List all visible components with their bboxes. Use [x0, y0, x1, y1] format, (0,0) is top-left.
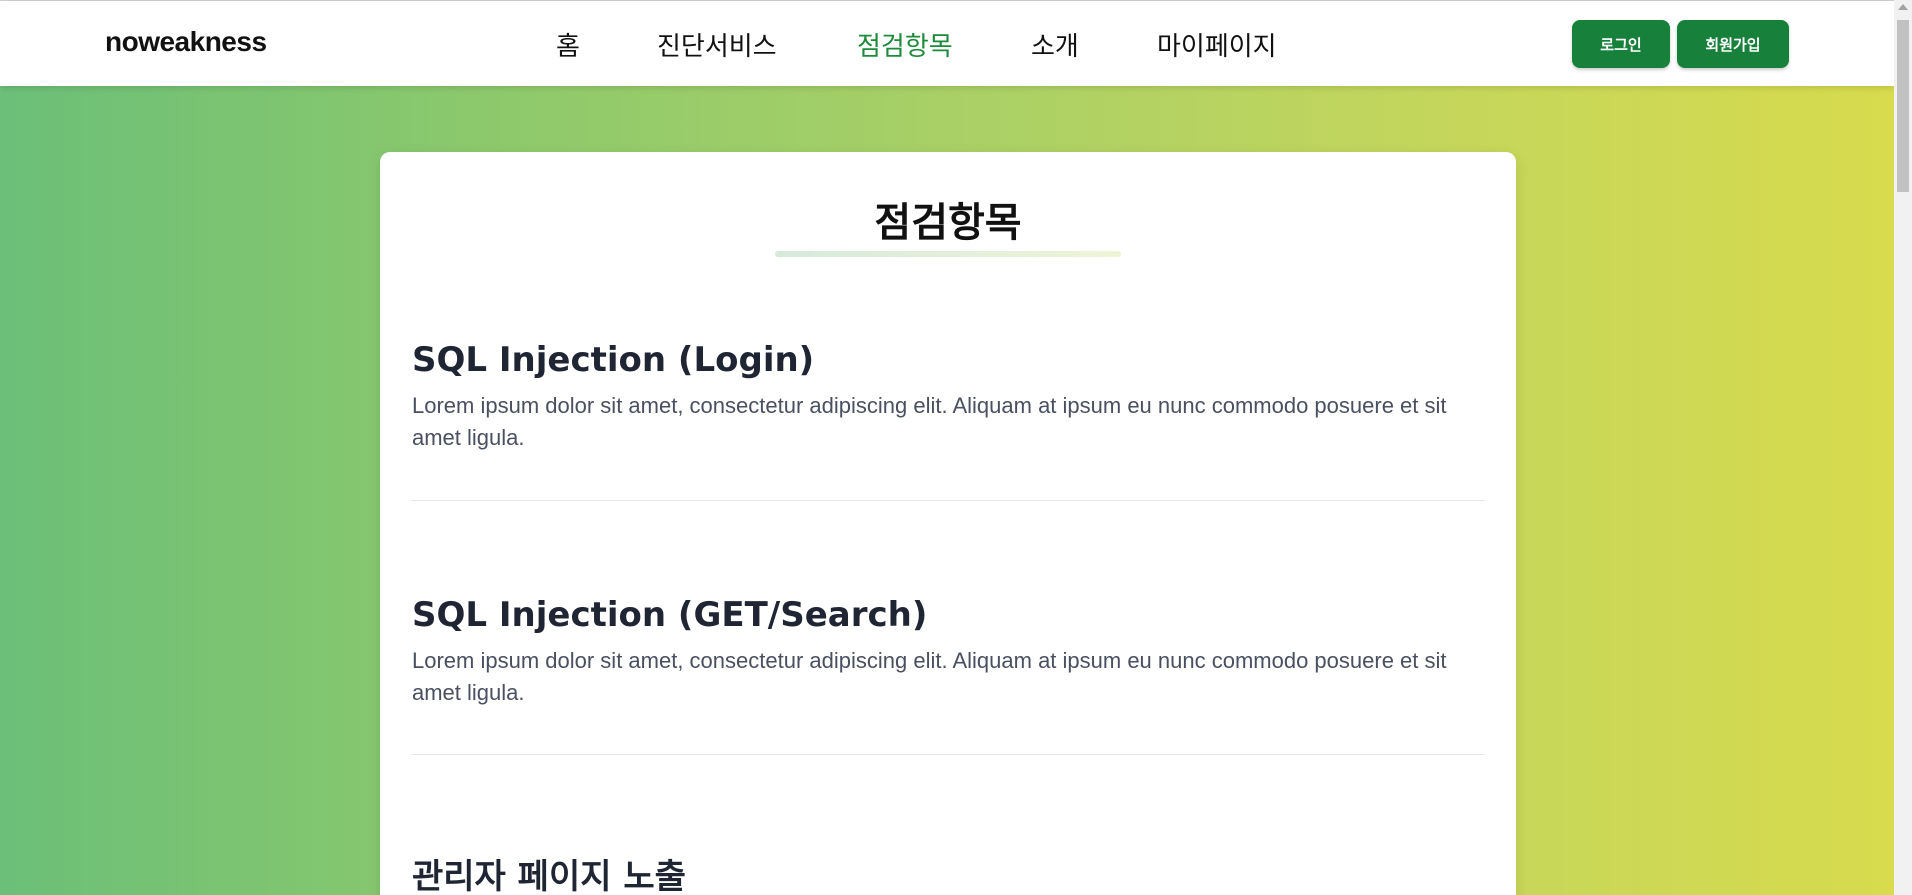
page: noweakness 홈 진단서비스 점검항목 소개 마이페이지 로그인 회원가… — [0, 0, 1912, 895]
check-item-title: SQL Injection (GET/Search) — [412, 595, 928, 635]
item-divider — [412, 754, 1484, 755]
title-underline — [775, 251, 1121, 257]
page-title: 점검항목 — [874, 200, 1022, 246]
nav-about[interactable]: 소개 — [1031, 26, 1079, 63]
login-button[interactable]: 로그인 — [1572, 20, 1670, 68]
site-header: noweakness 홈 진단서비스 점검항목 소개 마이페이지 로그인 회원가… — [0, 1, 1894, 86]
check-item-title: SQL Injection (Login) — [412, 340, 815, 380]
item-divider — [412, 500, 1484, 501]
site-logo[interactable]: noweakness — [105, 26, 267, 58]
check-items-card: 점검항목 SQL Injection (Login) Lorem ipsum d… — [380, 152, 1516, 895]
scroll-up-arrow-icon[interactable] — [1898, 4, 1908, 10]
signup-button[interactable]: 회원가입 — [1677, 20, 1789, 68]
check-item-description: Lorem ipsum dolor sit amet, consectetur … — [412, 648, 1447, 705]
nav-mypage[interactable]: 마이페이지 — [1157, 26, 1277, 63]
scrollbar-thumb[interactable] — [1897, 20, 1909, 192]
check-item-description: Lorem ipsum dolor sit amet, consectetur … — [412, 393, 1447, 450]
nav-check-items[interactable]: 점검항목 — [857, 26, 953, 63]
nav-home[interactable]: 홈 — [556, 26, 580, 63]
vertical-scrollbar[interactable] — [1894, 0, 1912, 895]
check-item-title: 관리자 페이지 노출 — [412, 857, 686, 895]
nav-diagnosis-service[interactable]: 진단서비스 — [657, 26, 777, 63]
